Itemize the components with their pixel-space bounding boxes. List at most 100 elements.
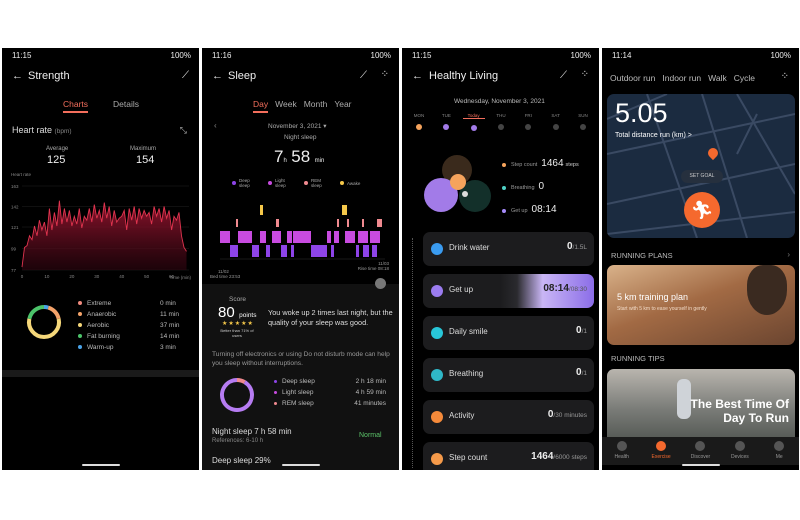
breakdown-row: Deep sleep 2 h 18 min (274, 378, 386, 389)
deep-sleep-summary: Deep sleep 29% (212, 456, 271, 465)
x-tick-label: 0 (21, 274, 24, 278)
nav-exercise[interactable]: Exercise (643, 441, 679, 465)
tab-day[interactable]: Day (253, 99, 268, 113)
stat-dot (502, 208, 506, 213)
plan-card[interactable]: 5 km training plan Start with 5 km to ea… (607, 265, 795, 345)
home-indicator[interactable] (82, 464, 120, 466)
map-card[interactable]: 5.05 Total distance run (km) > SET GOAL … (607, 94, 795, 238)
tab-charts[interactable]: Charts (63, 99, 88, 113)
share-icon[interactable]: ⟋ (360, 70, 367, 81)
day-mon[interactable]: MON (408, 113, 430, 131)
date: Wednesday, November 3, 2021 (454, 98, 545, 105)
page-title: Sleep (228, 70, 257, 82)
sleep-legend: Deep sleep Light sleep REM sleep Awake (232, 178, 362, 188)
total-distance-label[interactable]: Total distance run (km) > (615, 132, 692, 139)
tab-details[interactable]: Details (113, 99, 139, 109)
day-sat[interactable]: SAT (545, 113, 567, 131)
card-step-count[interactable]: Step count 1464/6000 steps (423, 442, 594, 470)
sleep-stage-block (327, 231, 331, 243)
date-selector[interactable]: November 3, 2021 ▾ (268, 122, 327, 130)
timeline-slider-handle[interactable] (375, 278, 386, 289)
nav-me[interactable]: Me (761, 441, 797, 465)
day-tue[interactable]: TUE (435, 113, 457, 131)
sleep-stage-chart (220, 205, 385, 260)
tab-month[interactable]: Month (304, 99, 328, 113)
zone-row: Anaerobic 11 min (78, 311, 188, 322)
share-icon[interactable]: ⟋ (560, 70, 567, 81)
home-indicator[interactable] (282, 464, 320, 466)
status-bar: 11:16 100% (212, 51, 391, 60)
page-title: Strength (28, 70, 70, 82)
expand-icon[interactable]: ⤡ (180, 125, 187, 136)
share-icon[interactable]: ⟋ (182, 70, 189, 81)
nav-label: Discover (690, 454, 711, 460)
more-icon[interactable]: ⁘ (581, 69, 589, 80)
goal: /08:30 (568, 286, 587, 293)
day-today[interactable]: Today (462, 113, 485, 131)
sleep-segment (236, 378, 246, 384)
breakdown-label: REM sleep (282, 400, 314, 407)
sleep-stage-block (220, 231, 230, 243)
sleep-stage-block (311, 245, 327, 257)
zone-value: 0 min (160, 300, 176, 307)
back-icon[interactable]: ← (12, 70, 23, 82)
habit-stat: Step count 1464 steps (502, 153, 579, 176)
card-breathing[interactable]: Breathing 0/1 (423, 358, 594, 392)
card-drink-water[interactable]: Drink water 0/1.5L (423, 232, 594, 266)
stat-label: Get up (511, 208, 528, 214)
legend-label: Deep sleep (239, 178, 250, 188)
legend-dot (304, 181, 308, 185)
tab-outdoor-run[interactable]: Outdoor run (610, 73, 655, 83)
day-sun[interactable]: SUN (572, 113, 594, 131)
back-icon[interactable]: ← (412, 70, 423, 82)
day-habit-icon (416, 124, 422, 130)
card-value: 0/1.5L (567, 241, 587, 252)
stat-value: 0 (538, 181, 545, 192)
zone-dot (78, 301, 82, 306)
goal: /30 minutes (553, 412, 587, 419)
prev-date-icon[interactable]: ‹ (214, 121, 217, 130)
status-bar: 11:15 100% (12, 51, 191, 63)
card-value: 0/1 (576, 325, 587, 336)
home-indicator[interactable] (682, 464, 720, 466)
day-habit-icon (525, 124, 532, 130)
sleep-stage-block (358, 231, 368, 243)
start-run-button[interactable]: 🏃︎ (684, 192, 720, 228)
tab-week[interactable]: Week (275, 99, 297, 113)
card-daily-smile[interactable]: Daily smile 0/1 (423, 316, 594, 350)
card-label: Daily smile (449, 327, 488, 336)
more-icon[interactable]: ⁘ (781, 71, 789, 82)
y-tick-label: 121 (11, 225, 19, 230)
back-icon[interactable]: ← (212, 70, 223, 82)
zone-label: Warm-up (87, 344, 114, 351)
nav-health[interactable]: Health (604, 441, 640, 465)
day-thu[interactable]: THU (490, 113, 512, 131)
sleep-screen: 11:16 100% ← Sleep ⟋ ⁘ Day Week Month Yea… (202, 48, 399, 470)
card-activity[interactable]: Activity 0/30 minutes (423, 400, 594, 434)
tab-walk[interactable]: Walk (708, 73, 727, 83)
score-label: Score (229, 296, 246, 303)
breakdown-value: 4 h 59 min (355, 389, 386, 396)
day-fri[interactable]: FRI (517, 113, 539, 131)
sleep-stage-block (377, 219, 382, 227)
plans-chevron-icon[interactable]: › (787, 250, 790, 259)
tab-year[interactable]: Year (334, 99, 351, 113)
zone-segment (27, 305, 45, 320)
card-label: Drink water (449, 243, 490, 252)
tab-cycle[interactable]: Cycle (734, 73, 755, 83)
card-get-up[interactable]: Get up 08:14/08:30 (423, 274, 594, 308)
sleep-stage-block (363, 245, 369, 257)
day-label: FRI (524, 113, 532, 118)
nav-discover[interactable]: Discover (682, 441, 718, 465)
hr-title: Heart rate (bpm) (12, 125, 72, 135)
tab-indoor-run[interactable]: Indoor run (662, 73, 701, 83)
zone-dot (78, 323, 82, 328)
running-tips-title: RUNNING TIPS (611, 354, 665, 363)
sleep-segment (220, 378, 254, 412)
set-goal-button[interactable]: SET GOAL (681, 170, 723, 183)
card-label: Step count (449, 453, 488, 462)
zone-segment (47, 305, 61, 320)
nav-devices[interactable]: Devices (722, 441, 758, 465)
status-bar: 11:15 100% (412, 51, 591, 60)
more-icon[interactable]: ⁘ (381, 69, 389, 80)
